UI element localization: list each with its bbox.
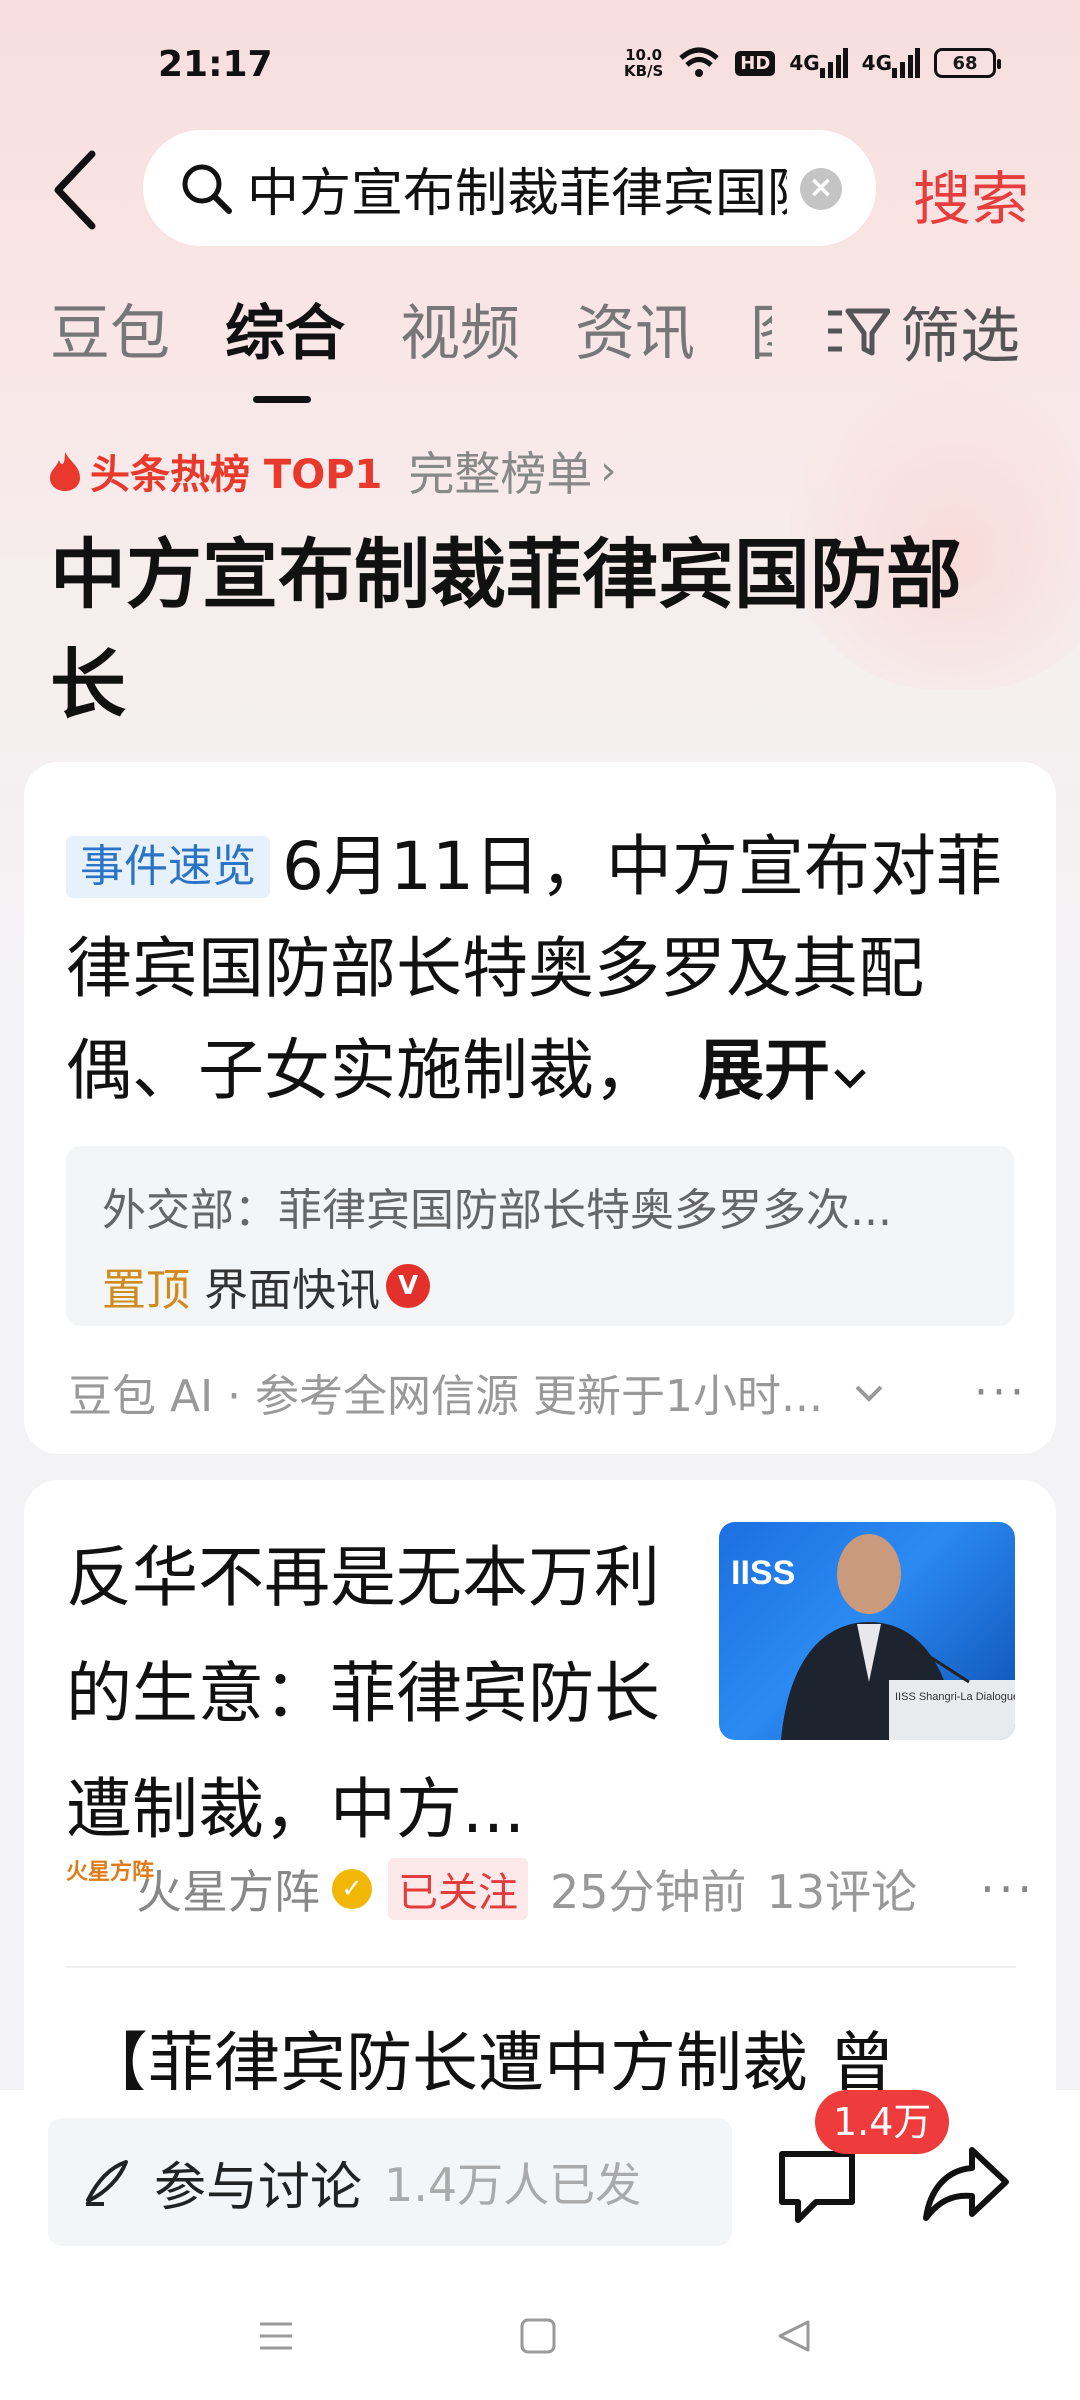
pen-icon xyxy=(86,2160,128,2206)
discuss-count: 1.4万人已发 xyxy=(384,2158,642,2212)
network-speed: 10.0 KB/S xyxy=(623,46,664,80)
clock: 21:17 xyxy=(158,44,273,85)
chevron-down-icon xyxy=(834,1069,866,1089)
system-nav-bar xyxy=(0,2310,1080,2380)
quote-source: 界面快讯 xyxy=(204,1265,380,1316)
hd-icon: HD xyxy=(735,46,776,80)
filter-button[interactable]: 筛选 xyxy=(826,288,1020,375)
search-icon xyxy=(182,164,232,214)
tab-doubao[interactable]: 豆包 xyxy=(50,285,170,375)
tab-bar: 豆包 综合 视频 资讯 图 xyxy=(50,285,827,403)
author-name[interactable]: 火星方阵 xyxy=(136,1856,320,1922)
more-options-icon[interactable]: ··· xyxy=(980,1862,1036,1916)
filter-icon xyxy=(828,308,890,355)
flame-icon xyxy=(50,452,80,491)
battery-icon: 68 xyxy=(934,48,1001,78)
status-bar: 21:17 10.0 KB/S HD 4G 4G 68 xyxy=(0,0,1080,120)
svg-text:IISS: IISS xyxy=(731,1554,795,1592)
follow-status-badge[interactable]: 已关注 xyxy=(388,1858,528,1920)
article-thumbnail[interactable]: IISS IISS Shangri-La Dialogue xyxy=(719,1522,1015,1740)
author-logo: 火星方阵 xyxy=(66,1860,155,1885)
chevron-down-icon[interactable] xyxy=(849,1377,889,1407)
search-input[interactable]: 中方宣布制裁菲律宾国防部长 xyxy=(247,151,787,226)
clear-icon[interactable]: × xyxy=(800,168,842,210)
article-meta: 火星方阵 火星方阵 ✓ 已关注 25分钟前 13评论 ··· xyxy=(66,1856,1036,1922)
verified-v-icon: V xyxy=(386,1264,430,1308)
search-button[interactable]: 搜索 xyxy=(913,152,1029,236)
comment-count: 13评论 xyxy=(766,1865,918,1919)
divider xyxy=(66,1966,1016,1968)
discussion-input[interactable]: 参与讨论 1.4万人已发 xyxy=(48,2118,732,2246)
signal-icon-2: 4G xyxy=(862,46,920,80)
tab-video[interactable]: 视频 xyxy=(400,285,520,375)
ai-source-footer: 豆包 AI · 参考全网信源 更新于1小时... ··· xyxy=(68,1366,1028,1423)
tab-news[interactable]: 资讯 xyxy=(575,285,695,375)
share-icon[interactable] xyxy=(918,2136,1014,2232)
full-list-link[interactable]: 完整榜单 xyxy=(408,438,592,504)
event-summary: 事件速览 6月11日，中方宣布对菲律宾国防部长特奥多罗及其配偶、子女实施制裁， 展开 xyxy=(66,828,1002,1109)
verified-icon: ✓ xyxy=(332,1869,372,1909)
publish-time: 25分钟前 xyxy=(550,1865,747,1919)
event-summary-card[interactable]: 事件速览 6月11日，中方宣布对菲律宾国防部长特奥多罗及其配偶、子女实施制裁， 展开… xyxy=(24,762,1056,1454)
bottom-action-bar: 参与讨论 1.4万人已发 1.4万 xyxy=(0,2090,1080,2400)
back-arrow-icon xyxy=(54,150,96,230)
quote-text: 外交部：菲律宾国防部长特奥多罗多次... xyxy=(102,1185,892,1236)
signal-icon-1: 4G xyxy=(789,46,848,80)
tab-images[interactable]: 图 xyxy=(750,285,772,375)
more-options-icon[interactable]: ··· xyxy=(974,1367,1028,1418)
pinned-badge: 置顶 xyxy=(102,1265,190,1316)
discuss-label: 参与讨论 xyxy=(154,2157,363,2218)
tab-general[interactable]: 综合 xyxy=(225,285,345,403)
chevron-right-icon: › xyxy=(600,448,617,494)
back-button[interactable] xyxy=(50,150,110,230)
search-box[interactable]: 中方宣布制裁菲律宾国防部长 × xyxy=(143,130,876,246)
page-title: 中方宣布制裁菲律宾国防部长 xyxy=(50,530,962,729)
svg-text:IISS Shangri-La Dialogue: IISS Shangri-La Dialogue xyxy=(895,1691,1015,1703)
article-title[interactable]: 反华不再是无本万利的生意：菲律宾防长遭制裁，中方... xyxy=(66,1520,676,1868)
home-nav-icon[interactable] xyxy=(518,2316,558,2360)
hot-rank[interactable]: 头条热榜 TOP1 完整榜单 › xyxy=(48,438,616,504)
menu-nav-icon[interactable] xyxy=(256,2316,296,2360)
wifi-icon xyxy=(677,46,721,80)
event-tag: 事件速览 xyxy=(66,836,270,898)
hot-rank-label: 头条热榜 TOP1 xyxy=(90,452,383,498)
quote-box[interactable]: 外交部：菲律宾国防部长特奥多罗多次... 置顶 界面快讯 V xyxy=(66,1146,1014,1326)
back-nav-icon[interactable] xyxy=(774,2316,814,2360)
expand-button[interactable]: 展开 xyxy=(698,1032,870,1109)
